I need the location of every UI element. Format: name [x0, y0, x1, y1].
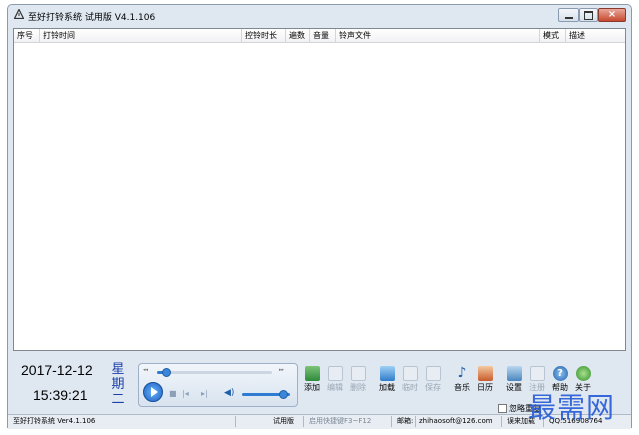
bell-app-icon	[14, 9, 24, 19]
temp-label: 临时	[402, 383, 418, 392]
forward-label-icon: ▸▸	[279, 367, 285, 373]
settings-icon	[506, 366, 522, 381]
status-hint: 启用快捷键F3~F12	[306, 416, 392, 427]
main-window: 至好打铃系统 试用版 V4.1.106 × 序号 打铃时间 控铃时长 遍数 音量…	[7, 4, 632, 429]
volume-thumb[interactable]	[278, 390, 288, 399]
register-icon	[529, 366, 545, 381]
watermark-text: 最需网	[528, 391, 616, 424]
delete-icon	[350, 366, 366, 381]
close-button[interactable]: ×	[598, 8, 626, 22]
column-sound-file[interactable]: 铃声文件	[336, 29, 540, 42]
temp-icon	[402, 366, 418, 381]
load-button[interactable]: 加载	[376, 366, 398, 400]
checkbox-box[interactable]	[498, 404, 507, 413]
schedule-list[interactable]: 序号 打铃时间 控铃时长 遍数 音量 铃声文件 模式 描述	[13, 28, 626, 351]
maximize-button[interactable]	[579, 8, 598, 22]
status-mode: 试用版	[270, 416, 304, 427]
current-date: 2017-12-12	[21, 362, 93, 378]
close-icon: ×	[607, 9, 617, 20]
volume-icon[interactable]: ◀)	[224, 388, 234, 398]
calendar-button[interactable]: 日历	[474, 366, 496, 400]
temp-button[interactable]: 临时	[399, 366, 421, 400]
list-header: 序号 打铃时间 控铃时长 遍数 音量 铃声文件 模式 描述	[14, 29, 625, 43]
play-button[interactable]	[143, 382, 163, 402]
settings-button[interactable]: 设置	[503, 366, 525, 400]
current-time: 15:39:21	[33, 387, 88, 403]
column-repeat[interactable]: 遍数	[286, 29, 310, 42]
title-bar[interactable]: 至好打铃系统 试用版 V4.1.106 ×	[8, 5, 631, 25]
minimize-icon	[564, 16, 573, 19]
add-button[interactable]: 添加	[301, 366, 323, 400]
seek-thumb[interactable]	[162, 368, 172, 377]
window-title: 至好打铃系统 试用版 V4.1.106	[28, 13, 156, 23]
add-icon	[304, 366, 320, 381]
save-label: 保存	[425, 383, 441, 392]
stop-icon[interactable]: ■	[169, 389, 177, 398]
music-button[interactable]: ♪ 音乐	[451, 366, 473, 400]
edit-icon	[327, 366, 343, 381]
previous-icon[interactable]: |◂	[182, 389, 189, 398]
audio-player: ◂◂ ▸▸ ■ |◂ ▸| ◀)	[138, 363, 298, 407]
load-label: 加载	[379, 383, 395, 392]
column-description[interactable]: 描述	[566, 29, 625, 42]
status-app-version: 至好打铃系统 Ver4.1.106	[10, 416, 236, 427]
column-index[interactable]: 序号	[14, 29, 40, 42]
play-icon	[151, 387, 158, 397]
about-icon	[575, 366, 591, 381]
help-icon: ?	[552, 366, 568, 381]
edit-label: 编辑	[327, 383, 343, 392]
column-ring-time[interactable]: 打铃时间	[40, 29, 242, 42]
column-mode[interactable]: 模式	[540, 29, 566, 42]
delete-button[interactable]: 删除	[347, 366, 369, 400]
weekday-label: 星期二	[111, 362, 125, 407]
music-note-icon: ♪	[457, 365, 467, 381]
column-duration[interactable]: 控铃时长	[242, 29, 286, 42]
save-icon	[425, 366, 441, 381]
status-mail-label: 邮箱:	[394, 416, 416, 427]
add-label: 添加	[304, 383, 320, 392]
calendar-label: 日历	[477, 383, 493, 392]
column-volume[interactable]: 音量	[310, 29, 336, 42]
rewind-label-icon: ◂◂	[143, 367, 149, 373]
calendar-icon	[477, 366, 493, 381]
settings-label: 设置	[506, 383, 522, 392]
status-mail[interactable]: zhihaosoft@126.com	[416, 416, 502, 427]
edit-button[interactable]: 编辑	[324, 366, 346, 400]
music-label: 音乐	[454, 383, 470, 392]
seek-bar[interactable]	[157, 368, 272, 377]
load-icon	[379, 366, 395, 381]
minimize-button[interactable]	[558, 8, 579, 22]
next-icon[interactable]: ▸|	[201, 389, 208, 398]
delete-label: 删除	[350, 383, 366, 392]
save-button[interactable]: 保存	[422, 366, 444, 400]
maximize-icon	[584, 10, 593, 20]
